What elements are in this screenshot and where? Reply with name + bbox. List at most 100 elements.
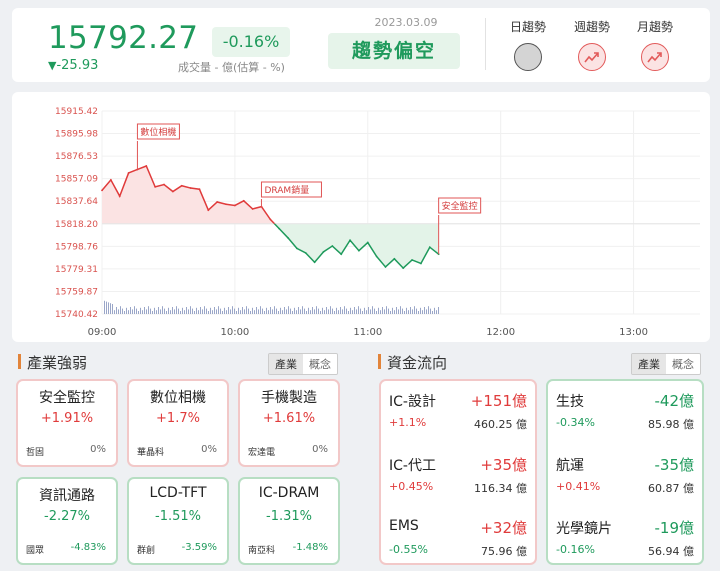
volume-bar [194,311,195,314]
volume-bar [176,306,177,314]
volume-bar [196,307,197,314]
volume-bar [334,311,335,314]
volume-bar [312,307,313,314]
data-point [118,195,121,198]
tab-concept[interactable]: 概念 [303,354,337,374]
volume-bar [322,307,323,314]
industry-pct: +1.7% [156,411,200,426]
data-point [393,257,396,260]
volume-bar [356,309,357,314]
industry-card[interactable]: 手機製造 +1.61% 宏達電 0% [238,379,340,467]
y-tick-label: 15876.53 [55,152,98,162]
volume-bar [276,308,277,314]
tab-industry[interactable]: 產業 [269,354,303,374]
fund-item-pct: -0.55% [389,543,428,556]
industry-card[interactable]: LCD-TFT -1.51% 群創 -3.59% [127,477,229,565]
fund-item[interactable]: 光學鏡片 -19億 -0.16% 56.94 億 [548,512,702,571]
volume-bar [286,309,287,314]
leader-stock: 宏達電 [248,448,276,458]
data-point [313,261,316,264]
volume-bar [228,307,229,314]
fund-item[interactable]: IC-設計 +151億 +1.1% 460.25 億 [381,385,535,445]
volume-bar [402,308,403,314]
volume-bar [366,310,367,314]
fund-item-amount: +32億 [480,519,527,537]
divider [485,18,486,70]
volume-bar [222,311,223,314]
tab-industry[interactable]: 產業 [632,354,666,374]
annotation-label: 安全監控 [442,200,478,212]
fund-item-value: 460.25 億 [474,418,527,431]
volume-bar [212,310,213,314]
tab-concept[interactable]: 概念 [666,354,700,374]
industry-name: IC-DRAM [258,485,320,501]
weekly-trend[interactable]: 週趨勢 [560,18,624,71]
volume-bar [342,309,343,314]
industry-card[interactable]: 資訊通路 -2.27% 國眾 -4.83% [16,477,118,565]
fund-item-amount: -19億 [654,519,695,537]
leader-stock: 國眾 [26,546,45,556]
data-point [216,201,219,203]
data-point [402,267,405,269]
volume-bar [352,310,353,314]
monthly-trend[interactable]: 月趨勢 [623,18,687,71]
volume-bar [154,307,155,314]
industry-pct: +1.91% [40,411,94,426]
volume-bar [162,306,163,314]
data-point [287,237,289,239]
fund-item-pct: -0.16% [556,543,595,556]
leader-stock-pct: -3.59% [181,542,217,553]
volume-bar [388,308,389,314]
data-point [207,209,210,211]
fund-item[interactable]: 生技 -42億 -0.34% 85.98 億 [548,385,702,445]
volume-bar [428,306,429,314]
volume-bar [298,307,299,314]
volume-bar [418,311,419,314]
intraday-chart[interactable]: 15915.42 15895.98 15876.53 15857.09 15837.64… [12,92,710,342]
leader-stock: 南亞科 [248,546,276,556]
fund-item-amount: -35億 [654,456,695,474]
y-tick-label: 15818.20 [55,220,98,230]
annotation-label: DRAM銷量 [264,184,309,196]
daily-trend[interactable]: 日趨勢 [496,18,560,71]
volume-bar [108,302,109,314]
volume-bar [144,307,145,314]
volume-bar [112,304,113,314]
volume-bar [328,309,329,314]
volume-bar [130,307,131,314]
data-point [296,247,298,250]
leader-stock-pct: 0% [90,444,106,455]
industry-card[interactable]: IC-DRAM -1.31% 南亞科 -1.48% [238,477,340,565]
industry-tabs: 產業 概念 [268,353,338,375]
data-point [189,187,192,189]
industry-name: LCD-TFT [149,485,207,501]
volume-bar [422,310,423,314]
y-tick-label: 15895.98 [55,130,98,140]
fund-inflow-card: IC-設計 +151億 +1.1% 460.25 億 IC-代工 +35億 +0… [379,379,537,565]
data-point [171,190,174,193]
volume-bar [434,307,435,314]
volume-bar [400,306,401,314]
volume-bar [132,309,133,314]
volume-bar [238,307,239,314]
data-point [375,255,378,258]
data-point [109,179,112,181]
volume-bar [190,306,191,314]
volume-bar [136,308,137,314]
volume-bar [340,307,341,314]
fund-title: 資金流向 [387,354,448,372]
fund-item[interactable]: IC-代工 +35億 +0.45% 116.34 億 [381,449,535,509]
volume-bars [104,300,439,314]
fund-item-pct: -0.34% [556,416,595,429]
volume-bar [134,306,135,314]
volume-bar [330,306,331,314]
fund-item[interactable]: 航運 -35億 +0.41% 60.87 億 [548,449,702,509]
fund-item[interactable]: EMS +32億 -0.55% 75.96 億 [381,512,535,571]
volume-bar [252,307,253,314]
volume-bar [316,306,317,314]
industry-card[interactable]: 安全監控 +1.91% 哲固 0% [16,379,118,467]
volume-bar [216,309,217,314]
weekly-trend-label: 週趨勢 [573,20,610,34]
industry-card[interactable]: 數位相機 +1.7% 華晶科 0% [127,379,229,467]
volume-bar [126,307,127,314]
